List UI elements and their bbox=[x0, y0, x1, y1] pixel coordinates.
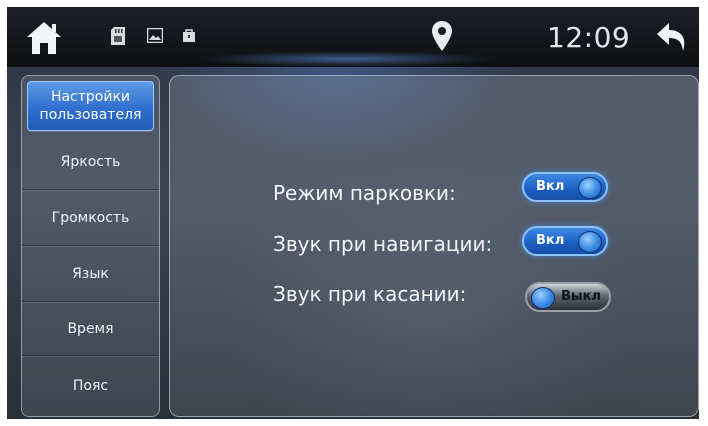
toggle-knob bbox=[531, 287, 555, 309]
sidebar-item-label: Громкость bbox=[51, 209, 130, 226]
touch-sound-toggle[interactable]: Выкл bbox=[525, 282, 611, 312]
status-bar: 12:09 bbox=[7, 7, 699, 67]
status-bar-glow bbox=[197, 51, 497, 67]
toggle-label: Выкл bbox=[560, 289, 601, 304]
sidebar-item-label: Настройки пользователя bbox=[39, 89, 142, 123]
image-icon bbox=[147, 28, 163, 43]
settings-sidebar: Настройки пользователя Яркость Громкость… bbox=[21, 75, 160, 417]
sidebar-item-brightness[interactable]: Яркость bbox=[22, 134, 159, 190]
sidebar-item-label: Язык bbox=[72, 265, 109, 282]
sidebar-item-label: Пояс bbox=[72, 378, 109, 394]
back-arrow-icon[interactable] bbox=[655, 21, 689, 53]
toggle-label: Вкл bbox=[536, 233, 565, 248]
parking-mode-toggle[interactable]: Вкл bbox=[522, 172, 608, 202]
home-icon[interactable] bbox=[25, 20, 63, 56]
sidebar-item-label: Время bbox=[67, 320, 114, 337]
touch-sound-label: Звук при касании: bbox=[273, 282, 467, 306]
toggle-knob bbox=[578, 177, 602, 199]
settings-panel: Режим парковки: Вкл Звук при навигации: … bbox=[169, 75, 699, 417]
toggle-knob bbox=[578, 231, 602, 253]
bag-icon bbox=[183, 29, 195, 42]
sidebar-item-timezone[interactable]: Пояс bbox=[22, 356, 159, 416]
sidebar-item-volume[interactable]: Громкость bbox=[22, 190, 159, 246]
sd-card-icon bbox=[111, 27, 125, 45]
toggle-label: Вкл bbox=[536, 179, 565, 194]
sidebar-item-language[interactable]: Язык bbox=[22, 246, 159, 302]
head-unit-screen: 12:09 Настройки пользователя Яркость Гро… bbox=[7, 7, 699, 419]
location-pin-icon bbox=[432, 21, 452, 51]
clock-time: 12:09 bbox=[547, 21, 631, 54]
sidebar-item-time[interactable]: Время bbox=[22, 302, 159, 356]
sidebar-item-label: Яркость bbox=[60, 153, 121, 170]
navigation-sound-toggle[interactable]: Вкл bbox=[522, 226, 608, 256]
parking-mode-label: Режим парковки: bbox=[273, 181, 456, 205]
sidebar-item-user-settings[interactable]: Настройки пользователя bbox=[27, 81, 154, 131]
navigation-sound-label: Звук при навигации: bbox=[273, 232, 493, 256]
